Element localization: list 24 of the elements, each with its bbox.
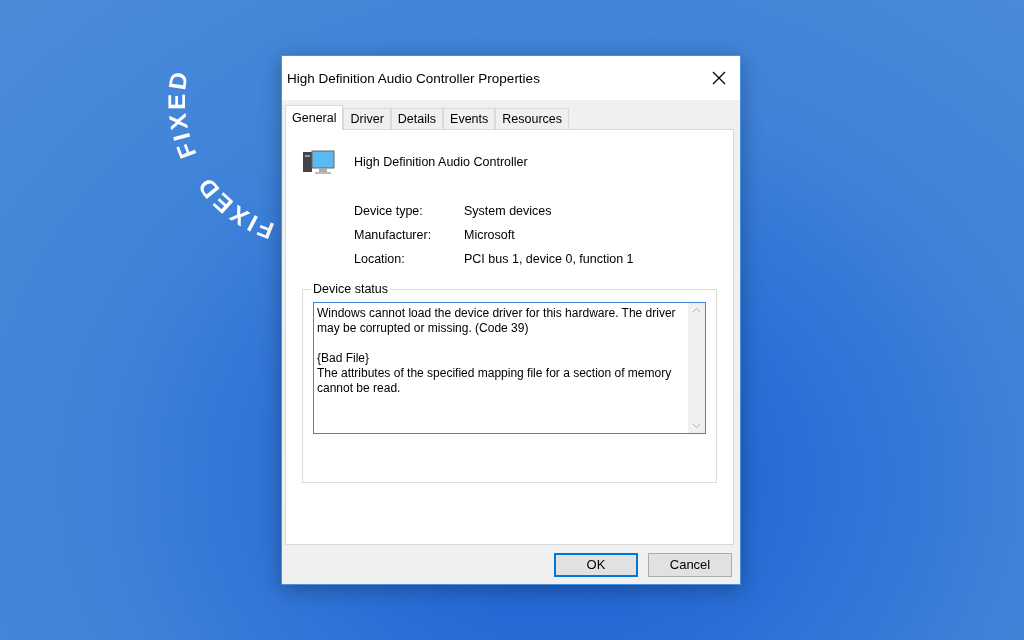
chevron-up-icon <box>692 307 701 313</box>
property-value: PCI bus 1, device 0, function 1 <box>464 252 635 266</box>
tab[interactable]: Resources <box>495 108 569 129</box>
status-message: Windows cannot load the device driver for this hardware. The driver may be corrupted or missing. (Code 39) <box>317 306 677 336</box>
group-title: Device status <box>312 282 390 296</box>
property-label: Manufacturer: <box>354 228 433 242</box>
tab[interactable]: Driver <box>343 108 391 129</box>
status-message: {Bad File} The attributes of the specified mapping file for a section of memory cannot be read. <box>317 351 673 396</box>
chevron-down-icon <box>692 423 701 429</box>
property-value: System devices <box>464 204 553 218</box>
tab[interactable]: General <box>285 105 344 130</box>
device-name: High Definition Audio Controller <box>354 155 528 169</box>
dialog-button[interactable]: OK <box>554 552 638 577</box>
property-label: Device type: <box>354 204 424 218</box>
property-label: Location: <box>354 252 406 266</box>
computer-icon <box>302 148 336 176</box>
status-text-box[interactable] <box>313 302 706 434</box>
window-title: High Definition Audio Controller Properties <box>287 70 540 86</box>
property-value: Microsoft <box>464 228 516 242</box>
scrollbar[interactable] <box>688 303 705 433</box>
tab[interactable]: Events <box>443 108 496 129</box>
dialog-button[interactable]: Cancel <box>648 552 732 577</box>
tab[interactable]: Details <box>390 108 444 129</box>
close-icon <box>712 71 726 85</box>
